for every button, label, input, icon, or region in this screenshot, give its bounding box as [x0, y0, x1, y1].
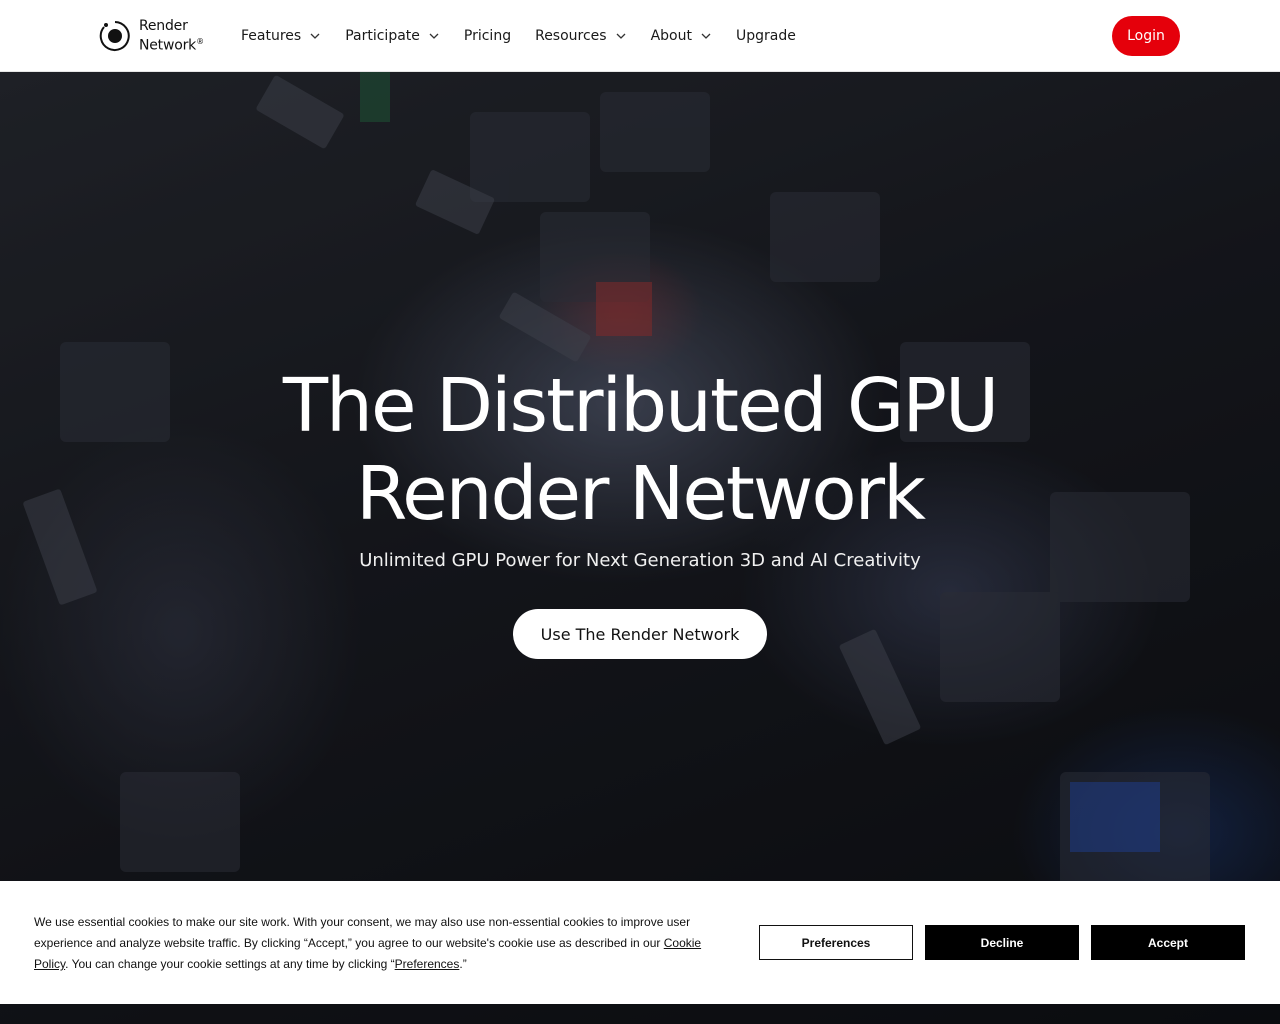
cookie-decline-button[interactable]: Decline: [925, 925, 1079, 960]
cookie-text-part3: .”: [459, 957, 467, 971]
nav-about[interactable]: About: [651, 28, 712, 44]
hero-title-line2: Render Network: [356, 451, 926, 537]
nav-features-label: Features: [241, 28, 302, 44]
nav-participate[interactable]: Participate: [345, 28, 440, 44]
use-render-network-button[interactable]: Use The Render Network: [513, 609, 767, 659]
nav-pricing[interactable]: Pricing: [464, 28, 511, 44]
cookie-text-part1: We use essential cookies to make our sit…: [34, 915, 691, 950]
nav-upgrade-label: Upgrade: [736, 28, 796, 44]
nav-resources-label: Resources: [535, 28, 607, 44]
nav-pricing-label: Pricing: [463, 28, 512, 44]
cookie-preferences-link[interactable]: Preferences: [395, 957, 460, 971]
logo-line1: Render: [139, 18, 188, 34]
chevron-down-icon: [310, 33, 320, 39]
nav-features[interactable]: Features: [241, 28, 321, 44]
nav-participate-label: Participate: [345, 28, 420, 44]
nav-resources[interactable]: Resources: [535, 28, 627, 44]
hero-title-line1: The Distributed GPU: [282, 363, 999, 449]
site-header: Render Network® Features Participate Pri…: [0, 0, 1280, 72]
cookie-banner: We use essential cookies to make our sit…: [0, 881, 1280, 1004]
logo-wordmark: Render Network®: [139, 19, 204, 54]
logo-line2: Network®: [139, 37, 204, 54]
main-nav: Features Participate Pricing Resources A…: [241, 0, 820, 72]
chevron-down-icon: [429, 33, 439, 39]
cookie-accept-button[interactable]: Accept: [1091, 925, 1245, 960]
hero-title: The Distributed GPU Render Network: [0, 362, 1280, 538]
cookie-preferences-button[interactable]: Preferences: [759, 925, 913, 960]
hero-subtitle: Unlimited GPU Power for Next Generation …: [359, 550, 921, 571]
chevron-down-icon: [616, 33, 626, 39]
render-logo-icon: [99, 20, 131, 52]
login-button[interactable]: Login: [1112, 16, 1180, 56]
render-network-logo[interactable]: Render Network®: [99, 19, 204, 54]
cookie-message: We use essential cookies to make our sit…: [34, 912, 714, 975]
nav-upgrade[interactable]: Upgrade: [736, 28, 796, 44]
chevron-down-icon: [701, 33, 711, 39]
cookie-text-part2: . You can change your cookie settings at…: [65, 957, 395, 971]
nav-about-label: About: [650, 28, 692, 44]
